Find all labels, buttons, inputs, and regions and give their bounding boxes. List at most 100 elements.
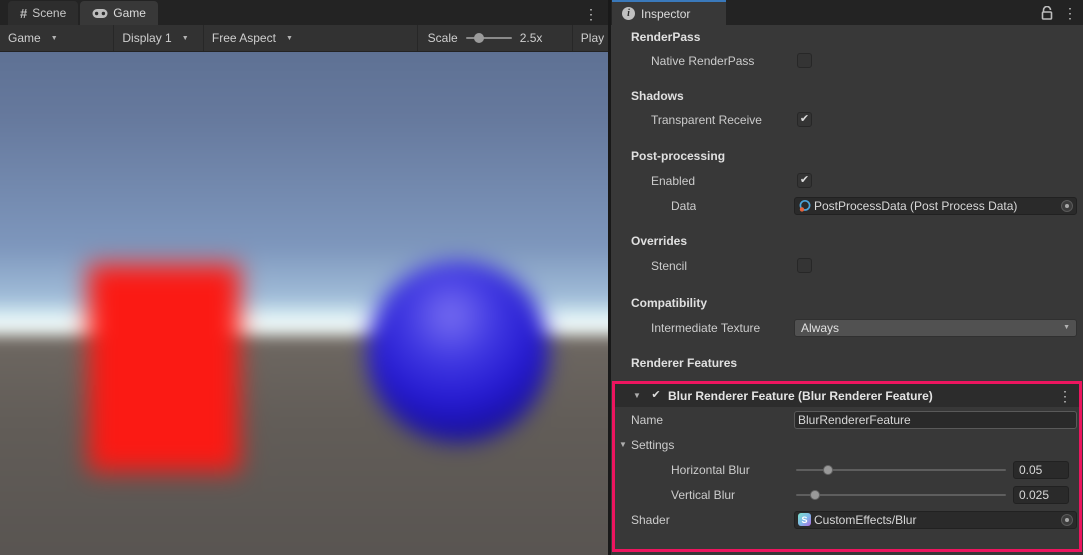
postprocess-data-object-field[interactable]: PostProcessData (Post Process Data) xyxy=(794,197,1077,215)
scale-label: Scale xyxy=(428,31,458,45)
blur-feature-title: Blur Renderer Feature (Blur Renderer Fea… xyxy=(668,389,1058,403)
shadows-header: Shadows xyxy=(631,89,684,103)
inspector-menu-icon[interactable]: ⋮ xyxy=(1063,6,1077,20)
transparent-receive-checkbox[interactable]: ✔ xyxy=(797,112,812,127)
blur-name-input[interactable]: BlurRendererFeature xyxy=(794,411,1077,429)
scale-value: 2.5x xyxy=(520,31,543,45)
shadows-section: Shadows xyxy=(611,85,1083,106)
game-viewport xyxy=(0,52,608,555)
compatibility-section: Compatibility xyxy=(611,292,1083,313)
play-mode-label: Play xyxy=(581,31,604,45)
native-renderpass-label: Native RenderPass xyxy=(651,54,754,68)
inspector-panel: i Inspector ⋮ RenderPass Native RenderPa… xyxy=(611,0,1083,555)
horizontal-blur-thumb[interactable] xyxy=(823,465,833,475)
overrides-section: Overrides xyxy=(611,230,1083,251)
vertical-blur-slider[interactable] xyxy=(796,488,1006,502)
postprocess-data-value: PostProcessData (Post Process Data) xyxy=(814,199,1059,213)
game-toolbar: Game ▼ Display 1 ▼ Free Aspect ▼ Scale 2… xyxy=(0,25,608,52)
rendered-scene xyxy=(0,52,608,555)
chevron-down-icon: ▼ xyxy=(286,35,293,42)
native-renderpass-row: Native RenderPass ✔ xyxy=(611,50,1083,71)
check-icon: ✔ xyxy=(800,114,809,125)
compatibility-header: Compatibility xyxy=(631,296,707,310)
vertical-blur-label: Vertical Blur xyxy=(671,488,735,502)
postprocessing-header: Post-processing xyxy=(631,149,725,163)
intermediate-texture-row: Intermediate Texture Always ▼ xyxy=(611,317,1083,338)
tab-scene[interactable]: # Scene xyxy=(8,1,78,25)
intermediate-texture-value: Always xyxy=(801,321,839,335)
aspect-ratio-label: Free Aspect xyxy=(212,31,276,45)
unlock-icon[interactable] xyxy=(1041,6,1053,20)
vertical-blur-thumb[interactable] xyxy=(810,490,820,500)
scene-grid-icon: # xyxy=(20,6,27,21)
pp-enabled-checkbox[interactable]: ✔ xyxy=(797,173,812,188)
scale-slider[interactable] xyxy=(466,32,512,44)
blur-feature-header[interactable]: ▼ ✔ Blur Renderer Feature (Blur Renderer… xyxy=(612,384,1082,407)
horizontal-blur-label: Horizontal Blur xyxy=(671,463,750,477)
stencil-checkbox[interactable]: ✔ xyxy=(797,258,812,273)
chevron-down-icon: ▼ xyxy=(51,35,58,42)
game-panel-menu-icon[interactable]: ⋮ xyxy=(584,7,608,25)
stencil-row: Stencil ✔ xyxy=(611,255,1083,276)
game-panel: # Scene Game ⋮ Game ▼ Display 1 ▼ Free A… xyxy=(0,0,608,555)
blur-feature-menu-icon[interactable]: ⋮ xyxy=(1058,389,1072,403)
scriptable-object-icon xyxy=(798,199,812,213)
renderer-features-section: Renderer Features xyxy=(611,352,1083,373)
object-picker-icon[interactable] xyxy=(1061,200,1073,212)
foldout-arrow-icon[interactable]: ▼ xyxy=(619,440,631,449)
check-icon: ✔ xyxy=(800,175,809,186)
horizontal-blur-slider[interactable] xyxy=(796,463,1006,477)
blur-name-value: BlurRendererFeature xyxy=(798,413,1073,427)
red-cube xyxy=(88,264,240,472)
play-mode-dropdown[interactable]: Play xyxy=(573,31,608,45)
renderpass-header: RenderPass xyxy=(631,30,700,44)
unity-editor-window: # Scene Game ⋮ Game ▼ Display 1 ▼ Free A… xyxy=(0,0,1083,555)
stencil-label: Stencil xyxy=(651,259,687,273)
aspect-ratio-dropdown[interactable]: Free Aspect ▼ xyxy=(204,25,418,51)
info-icon: i xyxy=(622,7,635,20)
overrides-header: Overrides xyxy=(631,234,687,248)
tab-inspector[interactable]: i Inspector xyxy=(612,0,726,25)
postprocessing-section: Post-processing xyxy=(611,145,1083,166)
tab-inspector-label: Inspector xyxy=(641,7,690,21)
game-tabbar: # Scene Game ⋮ xyxy=(0,0,608,25)
blur-feature-checkbox[interactable]: ✔ xyxy=(649,389,663,403)
transparent-receive-label: Transparent Receive xyxy=(651,113,762,127)
game-mode-label: Game xyxy=(8,31,41,45)
check-icon: ✔ xyxy=(651,390,660,401)
object-picker-icon[interactable] xyxy=(1061,514,1073,526)
horizontal-blur-row: Horizontal Blur 0.05 xyxy=(611,459,1083,480)
tab-game[interactable]: Game xyxy=(80,1,158,25)
pp-enabled-label: Enabled xyxy=(651,174,695,188)
display-label: Display 1 xyxy=(122,31,171,45)
tab-game-label: Game xyxy=(113,6,146,20)
native-renderpass-checkbox[interactable]: ✔ xyxy=(797,53,812,68)
chevron-down-icon: ▼ xyxy=(182,35,189,42)
blur-name-label: Name xyxy=(631,413,663,427)
display-dropdown[interactable]: Display 1 ▼ xyxy=(114,25,204,51)
renderpass-section: RenderPass xyxy=(611,26,1083,47)
foldout-arrow-icon[interactable]: ▼ xyxy=(633,391,645,400)
shader-icon: S xyxy=(798,513,811,526)
gamepad-icon xyxy=(92,8,108,19)
blur-settings-label: Settings xyxy=(631,438,674,452)
game-mode-dropdown[interactable]: Game ▼ xyxy=(0,25,114,51)
intermediate-texture-dropdown[interactable]: Always ▼ xyxy=(794,319,1077,337)
tab-scene-label: Scene xyxy=(32,6,66,20)
horizontal-blur-input[interactable]: 0.05 xyxy=(1013,461,1069,479)
blue-sphere xyxy=(367,261,549,443)
pp-data-label: Data xyxy=(671,199,696,213)
renderer-features-header: Renderer Features xyxy=(631,356,737,370)
inspector-controls: ⋮ xyxy=(1041,0,1077,25)
shader-object-field[interactable]: S CustomEffects/Blur xyxy=(794,511,1077,529)
scale-control: Scale 2.5x xyxy=(418,25,573,51)
scale-slider-thumb[interactable] xyxy=(474,33,484,43)
blur-name-row: Name BlurRendererFeature xyxy=(611,409,1083,430)
vertical-blur-row: Vertical Blur 0.025 xyxy=(611,484,1083,505)
intermediate-texture-label: Intermediate Texture xyxy=(651,321,760,335)
vertical-blur-input[interactable]: 0.025 xyxy=(1013,486,1069,504)
blur-settings-row: ▼ Settings xyxy=(611,434,1083,455)
scale-slider-track xyxy=(466,37,512,39)
chevron-down-icon: ▼ xyxy=(1063,324,1070,331)
vertical-blur-track xyxy=(796,494,1006,496)
